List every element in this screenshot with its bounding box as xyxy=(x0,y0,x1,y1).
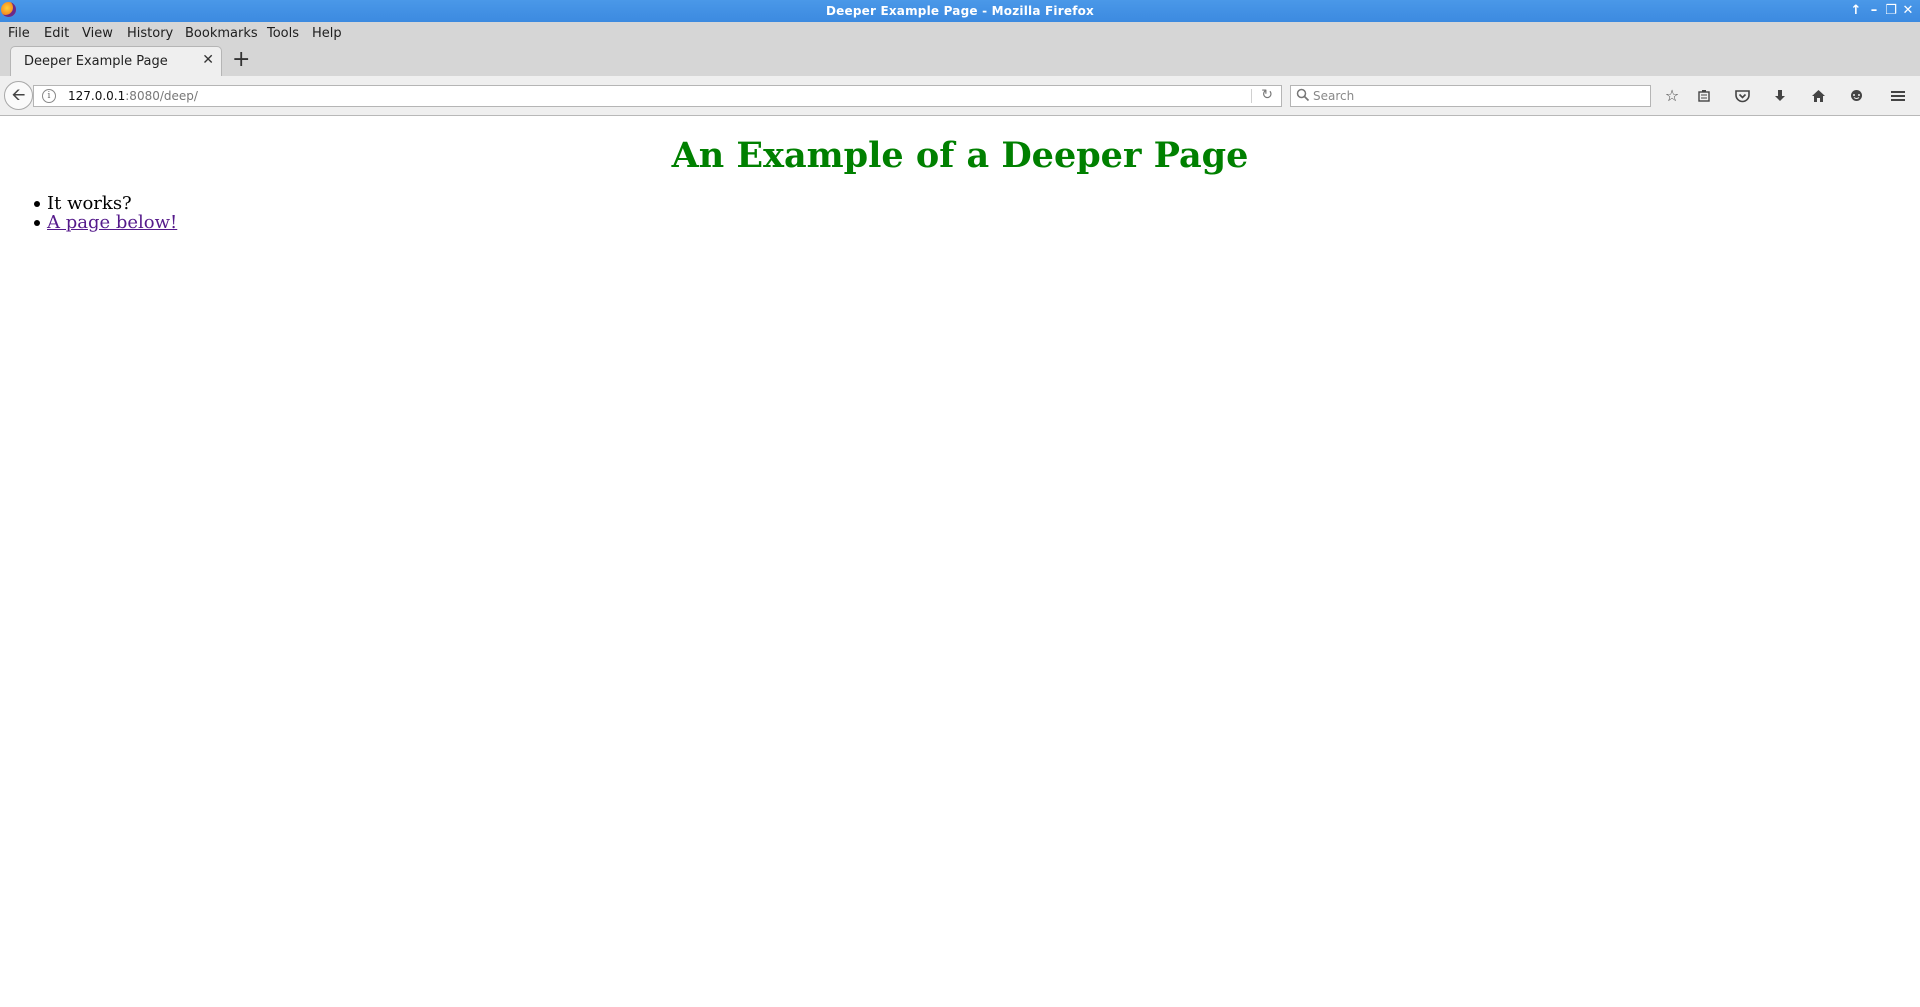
home-icon[interactable] xyxy=(1806,84,1830,108)
window-restore-icon[interactable]: ❐ xyxy=(1883,1,1899,21)
url-separator xyxy=(1251,89,1252,103)
url-bar[interactable]: i 127.0.0.1:8080/deep/ ↻ xyxy=(33,85,1282,107)
search-icon xyxy=(1296,88,1310,102)
info-icon[interactable]: i xyxy=(42,89,56,103)
menu-help[interactable]: Help xyxy=(312,26,342,41)
back-arrow-icon: 🡨 xyxy=(11,85,26,105)
page-below-link[interactable]: A page below! xyxy=(47,212,177,233)
menu-history[interactable]: History xyxy=(127,26,173,41)
hamburger-menu-icon[interactable] xyxy=(1886,84,1910,108)
search-bar[interactable] xyxy=(1290,85,1651,107)
tab-deeper-example-page[interactable]: Deeper Example Page ✕ xyxy=(10,46,222,76)
reload-icon[interactable]: ↻ xyxy=(1261,87,1273,103)
navigation-bar: 🡨 i 127.0.0.1:8080/deep/ ↻ ☆ xyxy=(0,76,1920,116)
url-host: 127.0.0.1 xyxy=(68,89,126,103)
list-item-text: It works? xyxy=(47,193,132,214)
menu-tools[interactable]: Tools xyxy=(267,26,299,41)
bullet xyxy=(34,201,40,207)
chat-icon[interactable] xyxy=(1844,84,1868,108)
menu-bookmarks[interactable]: Bookmarks xyxy=(185,26,258,41)
menu-view[interactable]: View xyxy=(82,26,113,41)
search-input[interactable] xyxy=(1313,88,1633,104)
menu-bar: File Edit View History Bookmarks Tools H… xyxy=(0,22,1920,46)
title-bar: Deeper Example Page - Mozilla Firefox ↑ … xyxy=(0,0,1920,22)
menu-edit[interactable]: Edit xyxy=(44,26,69,41)
url-path: :8080/deep/ xyxy=(125,89,198,103)
page-content: An Example of a Deeper Page It works? A … xyxy=(0,116,1920,1007)
back-button[interactable]: 🡨 xyxy=(4,81,33,110)
menu-file[interactable]: File xyxy=(8,26,30,41)
window-minimize-icon[interactable]: – xyxy=(1866,1,1882,21)
bookmark-star-icon[interactable]: ☆ xyxy=(1660,84,1684,108)
download-icon[interactable] xyxy=(1768,84,1792,108)
reading-list-icon[interactable] xyxy=(1692,84,1716,108)
list-item: A page below! xyxy=(34,212,177,233)
bullet xyxy=(34,220,40,226)
tab-strip: Deeper Example Page ✕ + xyxy=(0,46,1920,76)
url-text[interactable]: 127.0.0.1:8080/deep/ xyxy=(68,89,198,103)
tab-title: Deeper Example Page xyxy=(24,54,168,69)
page-list: It works? A page below! xyxy=(34,193,177,233)
list-item: It works? xyxy=(34,193,177,214)
new-tab-icon[interactable]: + xyxy=(232,48,250,72)
window-title: Deeper Example Page - Mozilla Firefox xyxy=(825,4,1094,18)
pocket-icon[interactable] xyxy=(1730,84,1754,108)
tab-close-icon[interactable]: ✕ xyxy=(202,52,214,68)
window-close-icon[interactable]: ✕ xyxy=(1900,1,1916,21)
page-heading: An Example of a Deeper Page xyxy=(671,135,1249,176)
window-up-icon[interactable]: ↑ xyxy=(1848,1,1864,21)
